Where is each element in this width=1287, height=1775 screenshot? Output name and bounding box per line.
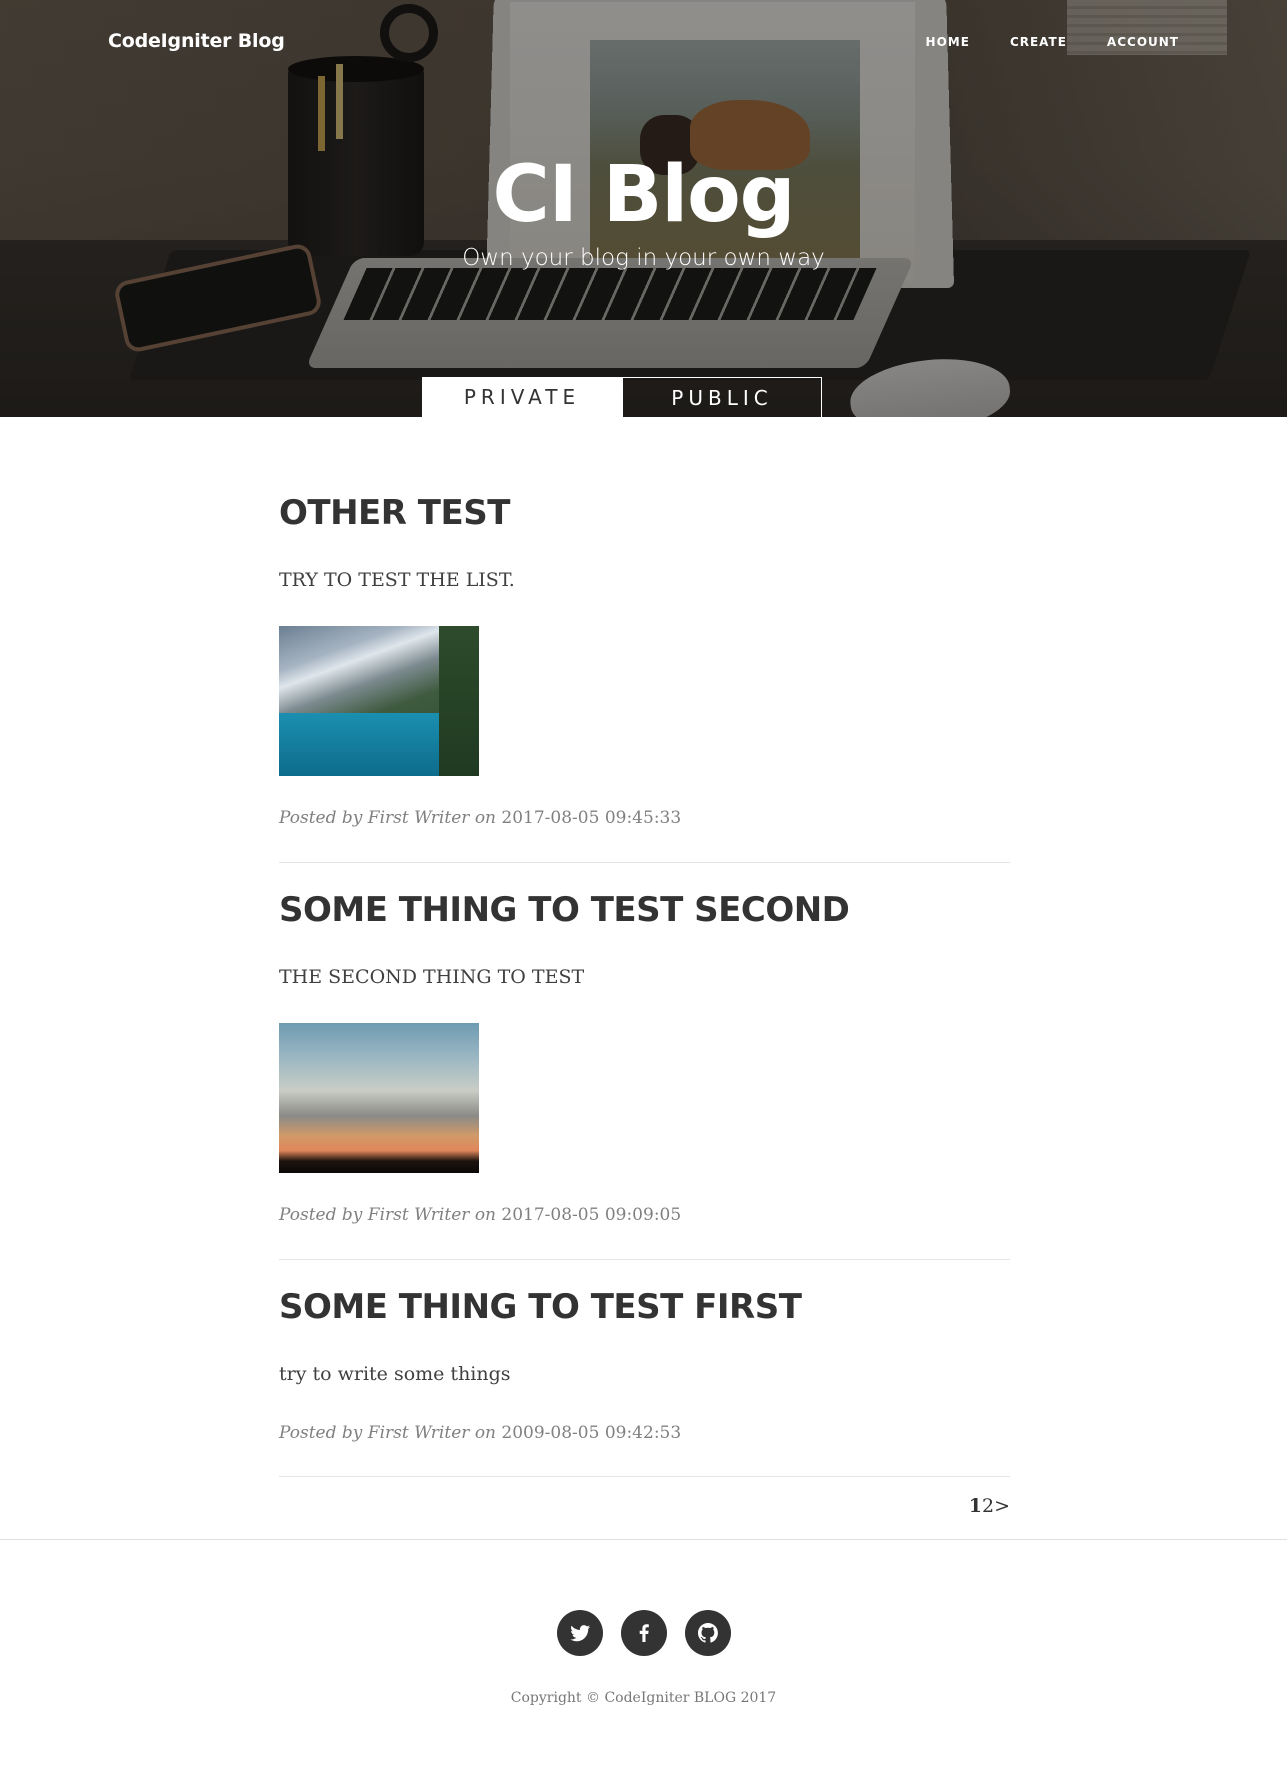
twitter-icon[interactable] bbox=[556, 1610, 603, 1656]
post-date: 2017-08-05 09:09:05 bbox=[501, 1205, 682, 1225]
post-subtitle[interactable]: try to write some things bbox=[279, 1363, 511, 1385]
copyright-text: Copyright © CodeIgniter BLOG 2017 bbox=[510, 1690, 777, 1706]
post-thumbnail-sunset-clouds[interactable] bbox=[279, 1023, 479, 1173]
nav-link-home[interactable]: HOME bbox=[926, 35, 970, 49]
github-icon[interactable] bbox=[684, 1610, 731, 1656]
brand-link[interactable]: CodeIgniter Blog bbox=[108, 30, 285, 52]
post-date: 2009-08-05 09:42:53 bbox=[501, 1423, 682, 1443]
page-link-2[interactable]: 2 bbox=[982, 1495, 994, 1517]
post-meta: Posted by First Writer on 2009-08-05 09:… bbox=[279, 1423, 681, 1443]
post-meta: Posted by First Writer on 2017-08-05 09:… bbox=[279, 808, 681, 828]
post-meta-prefix: Posted by bbox=[279, 1423, 363, 1443]
post-item: SOME THING TO TEST SECOND THE SECOND THI… bbox=[279, 863, 1010, 1260]
footer-divider bbox=[0, 1539, 1287, 1540]
post-meta-on: on bbox=[474, 1205, 496, 1225]
nav-menu: HOME CREATE ACCOUNT bbox=[926, 35, 1179, 49]
post-author[interactable]: First Writer bbox=[368, 1423, 470, 1443]
post-meta-on: on bbox=[474, 1423, 496, 1443]
facebook-icon[interactable] bbox=[620, 1610, 667, 1656]
hero-subtitle: Own your blog in your own way bbox=[462, 245, 825, 271]
tab-private[interactable]: PRIVATE bbox=[422, 377, 622, 417]
post-thumbnail-mountain-lake[interactable] bbox=[279, 626, 479, 776]
hero-title: CI Blog bbox=[492, 150, 795, 240]
post-meta-on: on bbox=[474, 808, 496, 828]
visibility-tabs: PRIVATE PUBLIC bbox=[422, 377, 822, 417]
social-links bbox=[0, 1610, 1287, 1656]
top-navbar: CodeIgniter Blog HOME CREATE ACCOUNT bbox=[0, 0, 1287, 86]
post-date: 2017-08-05 09:45:33 bbox=[501, 808, 682, 828]
post-subtitle[interactable]: THE SECOND THING TO TEST bbox=[279, 966, 584, 988]
page-next-link[interactable]: > bbox=[994, 1495, 1010, 1517]
post-author[interactable]: First Writer bbox=[368, 1205, 470, 1225]
tab-public[interactable]: PUBLIC bbox=[622, 377, 822, 417]
post-item: OTHER TEST TRY TO TEST THE LIST. Posted … bbox=[279, 417, 1010, 863]
post-meta-prefix: Posted by bbox=[279, 1205, 363, 1225]
post-meta-prefix: Posted by bbox=[279, 808, 363, 828]
page-current: 1 bbox=[968, 1495, 982, 1517]
post-subtitle[interactable]: TRY TO TEST THE LIST. bbox=[279, 569, 515, 591]
post-title[interactable]: SOME THING TO TEST SECOND bbox=[279, 890, 850, 930]
post-author[interactable]: First Writer bbox=[368, 808, 470, 828]
post-item: SOME THING TO TEST FIRST try to write so… bbox=[279, 1260, 1010, 1477]
hero-header: CodeIgniter Blog HOME CREATE ACCOUNT CI … bbox=[0, 0, 1287, 417]
post-title[interactable]: SOME THING TO TEST FIRST bbox=[279, 1287, 802, 1327]
pagination: 12> bbox=[969, 1495, 1010, 1517]
nav-link-account[interactable]: ACCOUNT bbox=[1107, 35, 1179, 49]
post-title[interactable]: OTHER TEST bbox=[279, 493, 510, 533]
post-meta: Posted by First Writer on 2017-08-05 09:… bbox=[279, 1205, 681, 1225]
nav-link-create[interactable]: CREATE bbox=[1010, 35, 1067, 49]
